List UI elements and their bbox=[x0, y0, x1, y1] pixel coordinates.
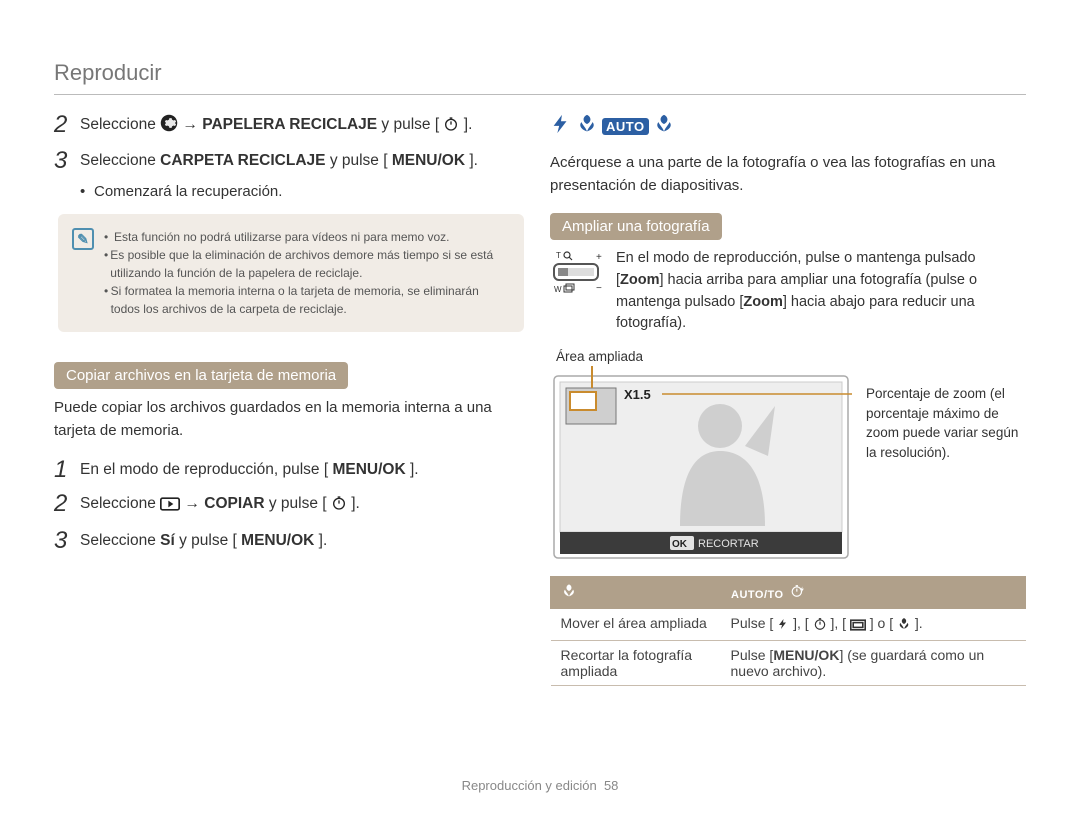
svg-text:W: W bbox=[554, 285, 562, 294]
step-2-body: Seleccione → PAPELERA RECICLAJE y pulse … bbox=[80, 113, 472, 139]
note-item: Si formatea la memoria interna o la tarj… bbox=[111, 282, 510, 318]
auto-badge: AUTO bbox=[602, 118, 649, 135]
table-row: Mover el área ampliada Pulse [ ], [ ], [… bbox=[551, 609, 1026, 641]
copy-intro: Puede copiar los archivos guardados en l… bbox=[54, 397, 524, 442]
copy-step-1-number: 1 bbox=[54, 458, 80, 482]
macro-icon bbox=[561, 586, 577, 602]
note-item: Esta función no podrá utilizarse para ví… bbox=[114, 228, 450, 246]
copy-step-3-body: Seleccione Sí y pulse [ MENU/OK ]. bbox=[80, 529, 327, 552]
flash-icon bbox=[777, 617, 789, 634]
step-3-body: Seleccione CARPETA RECICLAJE y pulse [ M… bbox=[80, 149, 478, 172]
right-intro: Acérquese a una parte de la fotografía o… bbox=[550, 152, 1026, 197]
copy-step-2-number: 2 bbox=[54, 492, 80, 516]
recortar-label: RECORTAR bbox=[698, 538, 759, 550]
copy-step-1-body: En el modo de reproducción, pulse [ MENU… bbox=[80, 458, 419, 481]
step-number-2: 2 bbox=[54, 113, 80, 137]
flash-icon bbox=[550, 113, 572, 140]
left-column: 2 Seleccione → PAPELERA RECICLAJE y puls… bbox=[54, 113, 524, 686]
copy-step-2-body: Seleccione → COPIAR y pulse [ ]. bbox=[80, 492, 360, 518]
gear-icon bbox=[160, 114, 178, 139]
heading-copy-files: Copiar archivos en la tarjeta de memoria bbox=[54, 362, 348, 389]
timer-icon bbox=[331, 495, 347, 518]
table-row: Recortar la fotografía ampliada Pulse [M… bbox=[551, 641, 1026, 686]
zoom-control-diagram: T + W − bbox=[550, 248, 604, 303]
page-section-title: Reproducir bbox=[54, 60, 1026, 86]
right-column: AUTO Acérquese a una parte de la fotogra… bbox=[550, 113, 1026, 686]
play-rect-icon bbox=[160, 495, 180, 518]
svg-text:+: + bbox=[596, 252, 602, 263]
timer-icon bbox=[443, 116, 459, 139]
note-icon: ✎ bbox=[72, 228, 94, 250]
preview-screen: X1.5 OK RECORTAR bbox=[550, 366, 852, 562]
table-header-right: AUTO/TO bbox=[721, 577, 1026, 609]
table-header-left bbox=[551, 577, 721, 609]
ok-label: OK bbox=[672, 539, 688, 550]
zoom-percentage-desc: Porcentaje de zoom (el porcentaje máximo… bbox=[866, 366, 1026, 462]
display-icon bbox=[850, 618, 866, 634]
macro-icon bbox=[897, 617, 911, 634]
svg-text:T: T bbox=[556, 251, 561, 260]
zoom-level-label: X1.5 bbox=[624, 387, 651, 402]
page-footer: Reproducción y edición 58 bbox=[0, 778, 1080, 793]
area-ampliada-label: Área ampliada bbox=[556, 349, 1026, 364]
copy-step-3-number: 3 bbox=[54, 529, 80, 553]
heading-zoom: Ampliar una fotografía bbox=[550, 213, 722, 240]
svg-text:−: − bbox=[596, 283, 602, 294]
step-number-3: 3 bbox=[54, 149, 80, 173]
step-3-substep: • Comenzará la recuperación. bbox=[54, 183, 524, 200]
macro-icon bbox=[653, 113, 675, 140]
mode-icons-row: AUTO bbox=[550, 113, 1026, 140]
note-box: ✎ •Esta función no podrá utilizarse para… bbox=[58, 214, 524, 332]
zoom-description: En el modo de reproducción, pulse o mant… bbox=[616, 248, 1026, 335]
note-item: Es posible que la eliminación de archivo… bbox=[110, 246, 510, 282]
zoom-actions-table: AUTO/TO Mover el área ampliada Pulse [ ]… bbox=[550, 576, 1026, 686]
header-rule bbox=[54, 94, 1026, 95]
timer-flash-icon bbox=[791, 585, 805, 601]
macro-icon bbox=[576, 113, 598, 140]
timer-icon bbox=[813, 617, 827, 634]
